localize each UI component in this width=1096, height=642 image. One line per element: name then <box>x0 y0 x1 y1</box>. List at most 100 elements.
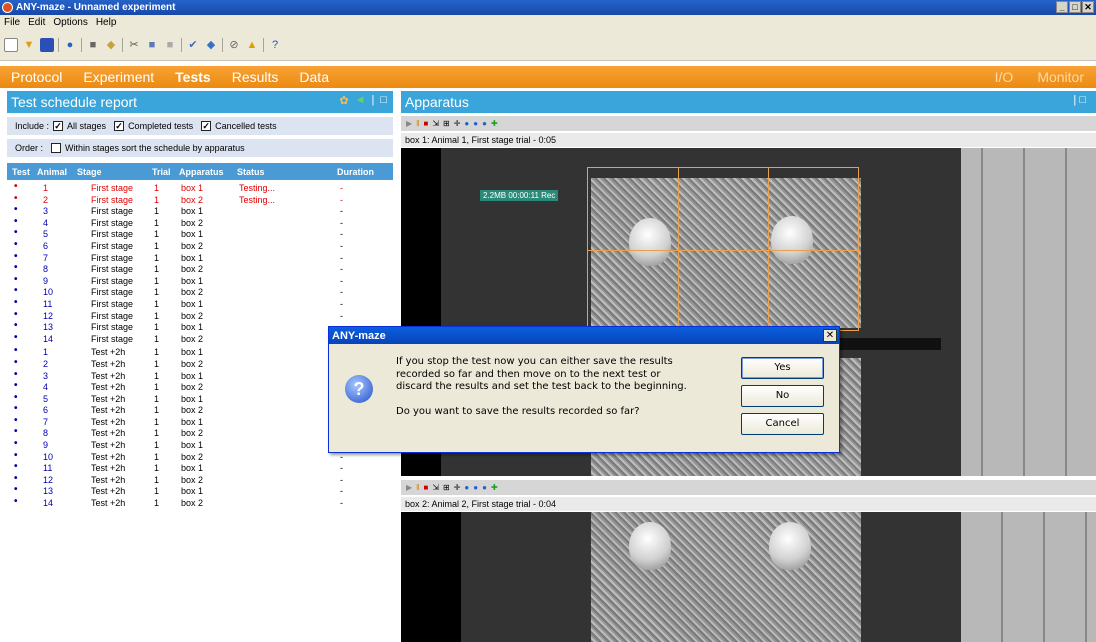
crosshair-icon[interactable]: ✛ <box>454 119 461 128</box>
menu-edit[interactable]: Edit <box>24 17 49 28</box>
cell-ap: box 2 <box>181 287 204 298</box>
back-icon[interactable]: ◄ <box>355 94 366 107</box>
dialog-close-button[interactable]: ✕ <box>823 329 837 342</box>
camera-tool-icon[interactable]: ⇲ <box>432 483 439 492</box>
properties-icon[interactable]: ● <box>63 38 77 52</box>
stop-icon[interactable]: ■ <box>423 483 428 492</box>
row-bullet: • <box>14 331 18 343</box>
add-icon[interactable]: ✚ <box>491 119 498 128</box>
menu-help[interactable]: Help <box>92 17 121 28</box>
tools-icon[interactable]: ⊘ <box>227 38 241 52</box>
table-row[interactable]: • 7 First stage 1 box 1 - <box>7 251 393 265</box>
open-folder-icon[interactable]: ▼ <box>22 38 36 52</box>
tab-monitor[interactable]: Monitor <box>1025 69 1096 85</box>
warning-icon[interactable]: ▲ <box>245 38 259 52</box>
close-window-button[interactable]: ✕ <box>1082 1 1094 13</box>
print-preview-icon[interactable]: ◆ <box>104 38 118 52</box>
save-icon[interactable] <box>40 37 54 52</box>
completed-tests-checkbox[interactable]: ✓ <box>114 121 125 131</box>
table-row[interactable]: • 10 First stage 1 box 2 - <box>7 285 393 299</box>
wizard-icon[interactable]: ◆ <box>204 38 218 52</box>
cell-t: 1 <box>154 370 160 381</box>
cell-a: 7 <box>43 416 49 427</box>
table-row[interactable]: • 12 Test +2h 1 box 2 - <box>7 473 393 487</box>
sort-by-apparatus-checkbox[interactable] <box>51 143 62 153</box>
tab-io[interactable]: I/O <box>983 69 1026 85</box>
pause-icon[interactable]: ‖ <box>416 119 419 128</box>
crosshair-icon[interactable]: ✛ <box>454 483 461 492</box>
no-button[interactable]: No <box>741 385 824 407</box>
new-file-icon[interactable] <box>4 37 18 52</box>
table-row[interactable]: • 5 First stage 1 box 1 - <box>7 227 393 241</box>
maximize-panel-icon[interactable]: □ <box>380 94 387 107</box>
tab-protocol[interactable]: Protocol <box>0 69 72 85</box>
maximize-apparatus-icon[interactable]: □ <box>1079 94 1086 106</box>
circle-tool-icon[interactable]: ● <box>464 483 469 492</box>
circle-tool-icon[interactable]: ● <box>482 119 487 128</box>
table-row[interactable]: • 8 First stage 1 box 2 - <box>7 262 393 276</box>
zoom-icon[interactable]: ⊞ <box>443 483 450 492</box>
cell-d: - <box>340 252 343 263</box>
tab-results[interactable]: Results <box>221 69 289 85</box>
camera-tool-icon[interactable]: ⇲ <box>432 119 439 128</box>
order-options-row: Order : Within stages sort the schedule … <box>7 139 393 157</box>
minimize-button[interactable]: _ <box>1056 1 1068 13</box>
circle-tool-icon[interactable]: ● <box>473 119 478 128</box>
copy-icon[interactable]: ■ <box>145 38 159 52</box>
help-icon[interactable]: ? <box>268 38 282 52</box>
table-row[interactable]: • 11 First stage 1 box 1 - <box>7 297 393 311</box>
table-row[interactable]: • 1 First stage 1 box 1 Testing... - <box>7 181 393 195</box>
print-icon[interactable]: ■ <box>86 38 100 52</box>
col-stage[interactable]: Stage <box>77 167 102 177</box>
check-icon[interactable]: ✔ <box>186 38 200 52</box>
all-stages-checkbox[interactable]: ✓ <box>53 121 64 131</box>
circle-tool-icon[interactable]: ● <box>464 119 469 128</box>
tab-data[interactable]: Data <box>288 69 339 85</box>
table-row[interactable]: • 10 Test +2h 1 box 2 - <box>7 450 393 464</box>
cell-t: 1 <box>154 405 160 416</box>
cell-t: 1 <box>154 416 160 427</box>
menu-options[interactable]: Options <box>49 17 91 28</box>
table-row[interactable]: • 3 First stage 1 box 1 - <box>7 204 393 218</box>
table-row[interactable]: • 6 First stage 1 box 2 - <box>7 239 393 253</box>
table-row[interactable]: • 12 First stage 1 box 2 - <box>7 309 393 323</box>
cell-ap: box 2 <box>181 310 204 321</box>
circle-tool-icon[interactable]: ● <box>473 483 478 492</box>
table-row[interactable]: • 11 Test +2h 1 box 1 - <box>7 461 393 475</box>
panel-header-icons: ✿ ◄ | □ <box>339 94 387 107</box>
cell-t: 1 <box>154 206 160 217</box>
table-row[interactable]: • 13 Test +2h 1 box 1 - <box>7 484 393 498</box>
tab-tests[interactable]: Tests <box>164 69 221 85</box>
tab-experiment[interactable]: Experiment <box>72 69 164 85</box>
col-apparatus[interactable]: Apparatus <box>179 167 224 177</box>
cell-a: 8 <box>43 428 49 439</box>
table-row[interactable]: • 9 First stage 1 box 1 - <box>7 274 393 288</box>
menu-file[interactable]: File <box>0 17 24 28</box>
cell-a: 3 <box>43 206 49 217</box>
yes-button[interactable]: Yes <box>741 357 824 379</box>
play-icon[interactable]: ▶ <box>406 119 412 128</box>
col-animal[interactable]: Animal <box>37 167 67 177</box>
circle-tool-icon[interactable]: ● <box>482 483 487 492</box>
cell-t: 1 <box>154 333 160 344</box>
row-bullet: • <box>14 403 18 415</box>
cancelled-tests-checkbox[interactable]: ✓ <box>201 121 212 131</box>
col-test[interactable]: Test <box>12 167 30 177</box>
col-trial[interactable]: Trial <box>152 167 171 177</box>
refresh-icon[interactable]: ✿ <box>339 94 348 107</box>
table-row[interactable]: • 4 First stage 1 box 2 - <box>7 216 393 230</box>
table-row[interactable]: • 2 First stage 1 box 2 Testing... - <box>7 193 393 207</box>
stop-icon[interactable]: ■ <box>423 119 428 128</box>
col-status[interactable]: Status <box>237 167 265 177</box>
paste-icon[interactable]: ■ <box>163 38 177 52</box>
pause-icon[interactable]: ‖ <box>416 483 419 492</box>
table-row[interactable]: • 14 Test +2h 1 box 2 - <box>7 496 393 510</box>
col-duration[interactable]: Duration <box>337 167 374 177</box>
cut-icon[interactable]: ✂ <box>127 38 141 52</box>
maximize-button[interactable]: □ <box>1069 1 1081 13</box>
add-icon[interactable]: ✚ <box>491 483 498 492</box>
zoom-icon[interactable]: ⊞ <box>443 119 450 128</box>
play-icon[interactable]: ▶ <box>406 483 412 492</box>
cell-a: 14 <box>43 498 54 509</box>
cancel-button[interactable]: Cancel <box>741 413 824 435</box>
